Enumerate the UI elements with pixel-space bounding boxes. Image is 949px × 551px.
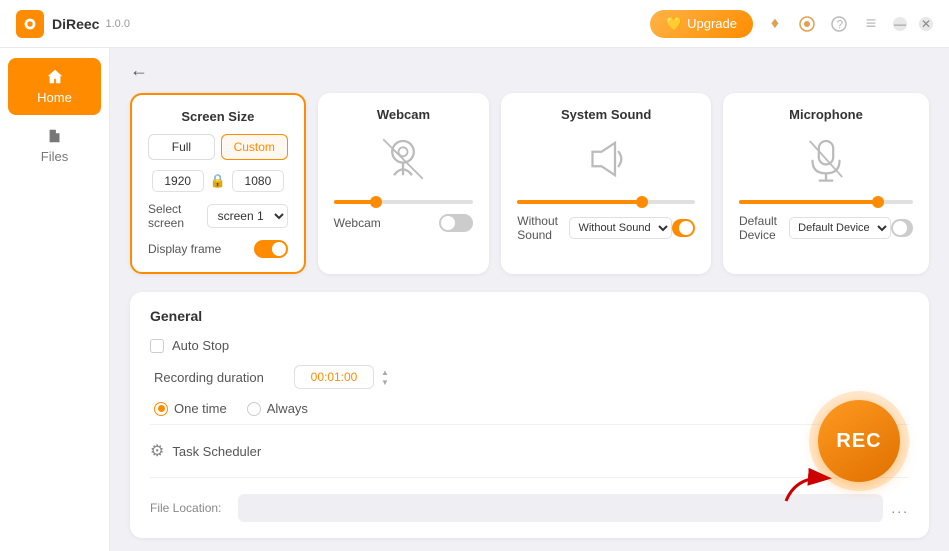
screen-select-row: Select screen screen 1 (148, 202, 288, 230)
custom-button[interactable]: Custom (221, 134, 288, 160)
app-name: DiReec (52, 16, 99, 32)
microphone-card: Microphone (723, 93, 929, 274)
microphone-title: Microphone (739, 107, 913, 122)
without-sound-label: Without Sound (517, 214, 569, 242)
general-title: General (150, 308, 909, 324)
content-area: ← Screen Size Full Custom 🔒 Select scree… (110, 48, 949, 551)
system-sound-icon-wrap (517, 132, 695, 186)
autostop-row: Auto Stop (150, 338, 909, 353)
lock-icon: 🔒 (210, 173, 226, 189)
system-sound-slider[interactable] (517, 200, 695, 204)
webcam-bottom-row: Webcam (334, 214, 474, 232)
microphone-select[interactable]: Default Device (789, 217, 891, 239)
system-sound-bottom-row: Without Sound Without Sound (517, 214, 695, 242)
webcam-card: Webcam (318, 93, 490, 274)
sidebar-item-home[interactable]: Home (8, 58, 101, 115)
screen-select[interactable]: screen 1 (207, 204, 288, 228)
upgrade-button[interactable]: 💛 Upgrade (650, 10, 753, 38)
always-label: Always (267, 401, 308, 416)
system-sound-title: System Sound (517, 107, 695, 122)
height-input[interactable] (232, 170, 284, 192)
duration-arrows: ▲ ▼ (378, 368, 392, 386)
display-frame-toggle[interactable] (254, 240, 288, 258)
width-input[interactable] (152, 170, 204, 192)
duration-down[interactable]: ▼ (378, 378, 392, 386)
task-scheduler-row[interactable]: ⚙ Task Scheduler (150, 433, 909, 469)
sidebar-item-files[interactable]: Files (8, 117, 101, 174)
menu-icon[interactable]: ≡ (861, 14, 881, 34)
screen-size-title: Screen Size (148, 109, 288, 124)
main-layout: Home Files ← Screen Size Full Custom (0, 48, 949, 551)
divider (150, 424, 909, 425)
duration-row: Recording duration ▲ ▼ (150, 365, 909, 389)
webcam-icon-wrap (334, 132, 474, 186)
sidebar-item-files-label: Files (41, 149, 68, 164)
system-sound-card: System Sound Without Sound (501, 93, 711, 274)
rec-arrow (781, 466, 841, 509)
file-location-label: File Location: (150, 501, 230, 515)
webcam-title: Webcam (334, 107, 474, 122)
webcam-icon (376, 132, 430, 186)
system-sound-select[interactable]: Without Sound (569, 217, 672, 239)
display-frame-row: Display frame (148, 240, 288, 258)
microphone-bottom-row: Default Device Default Device (739, 214, 913, 242)
svg-text:?: ? (837, 17, 844, 31)
webcam-label: Webcam (334, 216, 381, 230)
select-screen-label: Select screen (148, 202, 199, 230)
system-sound-icon (579, 132, 633, 186)
task-scheduler-label: Task Scheduler (172, 444, 261, 459)
always-radio[interactable] (247, 402, 261, 416)
size-btn-group: Full Custom (148, 134, 288, 160)
microphone-slider[interactable] (739, 200, 913, 204)
titlebar: DiReec 1.0.0 💛 Upgrade ♦ ? ≡ — ✕ (0, 0, 949, 48)
sidebar-item-home-label: Home (37, 90, 72, 105)
duration-input[interactable] (294, 365, 374, 389)
radio-always[interactable]: Always (247, 401, 308, 416)
sidebar: Home Files (0, 48, 110, 551)
microphone-device-label: Default Device (739, 214, 789, 242)
webcam-toggle[interactable] (439, 214, 473, 232)
titlebar-actions: 💛 Upgrade ♦ ? ≡ — ✕ (650, 10, 933, 38)
repeat-row: One time Always (150, 401, 909, 416)
duration-up[interactable]: ▲ (378, 368, 392, 376)
microphone-toggle[interactable] (891, 219, 913, 237)
task-scheduler-icon: ⚙ (150, 441, 164, 461)
webcam-slider[interactable] (334, 200, 474, 204)
display-frame-label: Display frame (148, 242, 221, 256)
help-icon[interactable]: ? (829, 14, 849, 34)
cards-row: Screen Size Full Custom 🔒 Select screen … (130, 93, 929, 274)
microphone-icon-wrap (739, 132, 913, 186)
record-icon (797, 14, 817, 34)
rec-container: REC (809, 391, 909, 491)
minimize-button[interactable]: — (893, 17, 907, 31)
back-button[interactable]: ← (130, 60, 148, 81)
duration-input-wrap: ▲ ▼ (294, 365, 392, 389)
one-time-label: One time (174, 401, 227, 416)
autostop-checkbox[interactable] (150, 339, 164, 353)
app-logo (16, 10, 44, 38)
one-time-radio[interactable] (154, 402, 168, 416)
full-button[interactable]: Full (148, 134, 215, 160)
duration-label: Recording duration (154, 370, 284, 385)
system-sound-toggle[interactable] (672, 219, 695, 237)
size-inputs: 🔒 (148, 170, 288, 192)
radio-one-time[interactable]: One time (154, 401, 227, 416)
app-version: 1.0.0 (105, 18, 129, 30)
microphone-icon (799, 132, 853, 186)
coin-icon[interactable]: ♦ (765, 14, 785, 34)
heart-icon: 💛 (666, 16, 682, 32)
autostop-label: Auto Stop (172, 338, 229, 353)
file-more-button[interactable]: ... (891, 500, 909, 516)
screen-size-card: Screen Size Full Custom 🔒 Select screen … (130, 93, 306, 274)
close-button[interactable]: ✕ (919, 17, 933, 31)
